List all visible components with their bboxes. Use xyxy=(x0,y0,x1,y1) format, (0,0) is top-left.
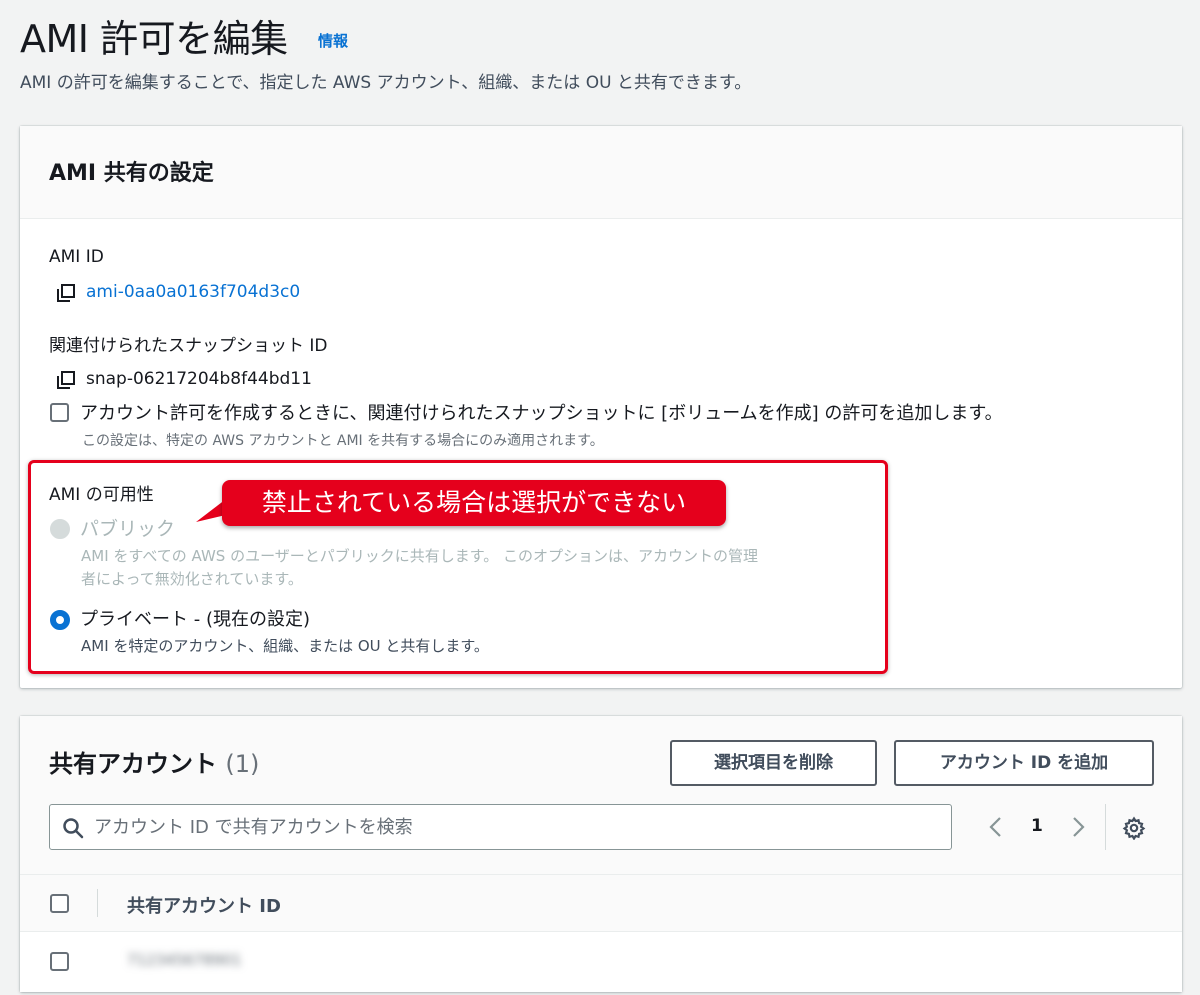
table-header-row: 共有アカウント ID xyxy=(20,874,1182,932)
annotation-callout: 禁止されている場合は選択ができない xyxy=(222,480,726,526)
public-radio-desc: AMI をすべての AWS のユーザーとパブリックに共有します。 このオプション… xyxy=(81,547,759,565)
snapshot-id-label: 関連付けられたスナップショット ID xyxy=(49,336,328,356)
column-divider xyxy=(97,889,98,917)
pagination-current-page[interactable]: 1 xyxy=(1031,816,1043,836)
copy-icon[interactable] xyxy=(56,370,76,390)
private-radio[interactable] xyxy=(50,610,70,630)
public-radio-desc: 者によって無効化されています。 xyxy=(81,570,303,588)
snapshot-permission-checkbox[interactable] xyxy=(50,403,69,422)
chevron-right-icon[interactable] xyxy=(1068,816,1088,838)
shared-accounts-count: (1) xyxy=(225,750,260,778)
select-all-checkbox[interactable] xyxy=(50,894,69,913)
chevron-left-icon[interactable] xyxy=(986,816,1006,838)
table-row: 712345678901 xyxy=(20,932,1182,992)
row-checkbox[interactable] xyxy=(50,952,69,971)
private-radio-desc: AMI を特定のアカウント、組織、または OU と共有します。 xyxy=(81,637,489,655)
shared-accounts-title: 共有アカウント (1) xyxy=(49,744,259,779)
shared-accounts-header: 共有アカウント (1) 選択項目を削除 アカウント ID を追加 1 xyxy=(20,716,1182,874)
search-icon xyxy=(63,818,84,839)
public-radio xyxy=(50,519,70,539)
public-radio-label: パブリック xyxy=(80,518,176,540)
snapshot-permission-desc: この設定は、特定の AWS アカウントと AMI を共有する場合にのみ適用されま… xyxy=(82,433,604,449)
snapshot-permission-label: アカウント許可を作成するときに、関連付けられたスナップショットに [ボリュームを… xyxy=(80,403,1003,424)
sharing-settings-header: AMI 共有の設定 xyxy=(20,126,1182,219)
account-id-cell: 712345678901 xyxy=(127,951,242,969)
search-input[interactable] xyxy=(94,805,944,849)
ami-id-link[interactable]: ami-0aa0a0163f704d3c0 xyxy=(86,282,300,302)
shared-accounts-panel: 共有アカウント (1) 選択項目を削除 アカウント ID を追加 1 xyxy=(20,716,1182,992)
sharing-settings-panel: AMI 共有の設定 AMI ID ami-0aa0a0163f704d3c0 関… xyxy=(20,126,1182,688)
page-description: AMI の許可を編集することで、指定した AWS アカウント、組織、または OU… xyxy=(20,73,752,93)
shared-accounts-title-text: 共有アカウント xyxy=(49,750,217,778)
snapshot-id-value: snap-06217204b8f44bd11 xyxy=(86,369,312,389)
search-box xyxy=(49,804,952,850)
info-link[interactable]: 情報 xyxy=(318,30,348,51)
ami-id-label: AMI ID xyxy=(49,247,104,267)
copy-icon[interactable] xyxy=(56,283,76,303)
add-account-id-button[interactable]: アカウント ID を追加 xyxy=(894,740,1154,786)
availability-label: AMI の可用性 xyxy=(49,485,154,505)
pagination-divider xyxy=(1105,804,1106,850)
sharing-settings-title: AMI 共有の設定 xyxy=(49,161,214,186)
column-header-account-id[interactable]: 共有アカウント ID xyxy=(127,892,281,918)
gear-icon[interactable] xyxy=(1122,816,1146,840)
delete-selected-button[interactable]: 選択項目を削除 xyxy=(670,740,877,786)
private-radio-label[interactable]: プライベート - (現在の設定) xyxy=(80,605,310,631)
page-title: AMI 許可を編集 xyxy=(20,17,288,61)
